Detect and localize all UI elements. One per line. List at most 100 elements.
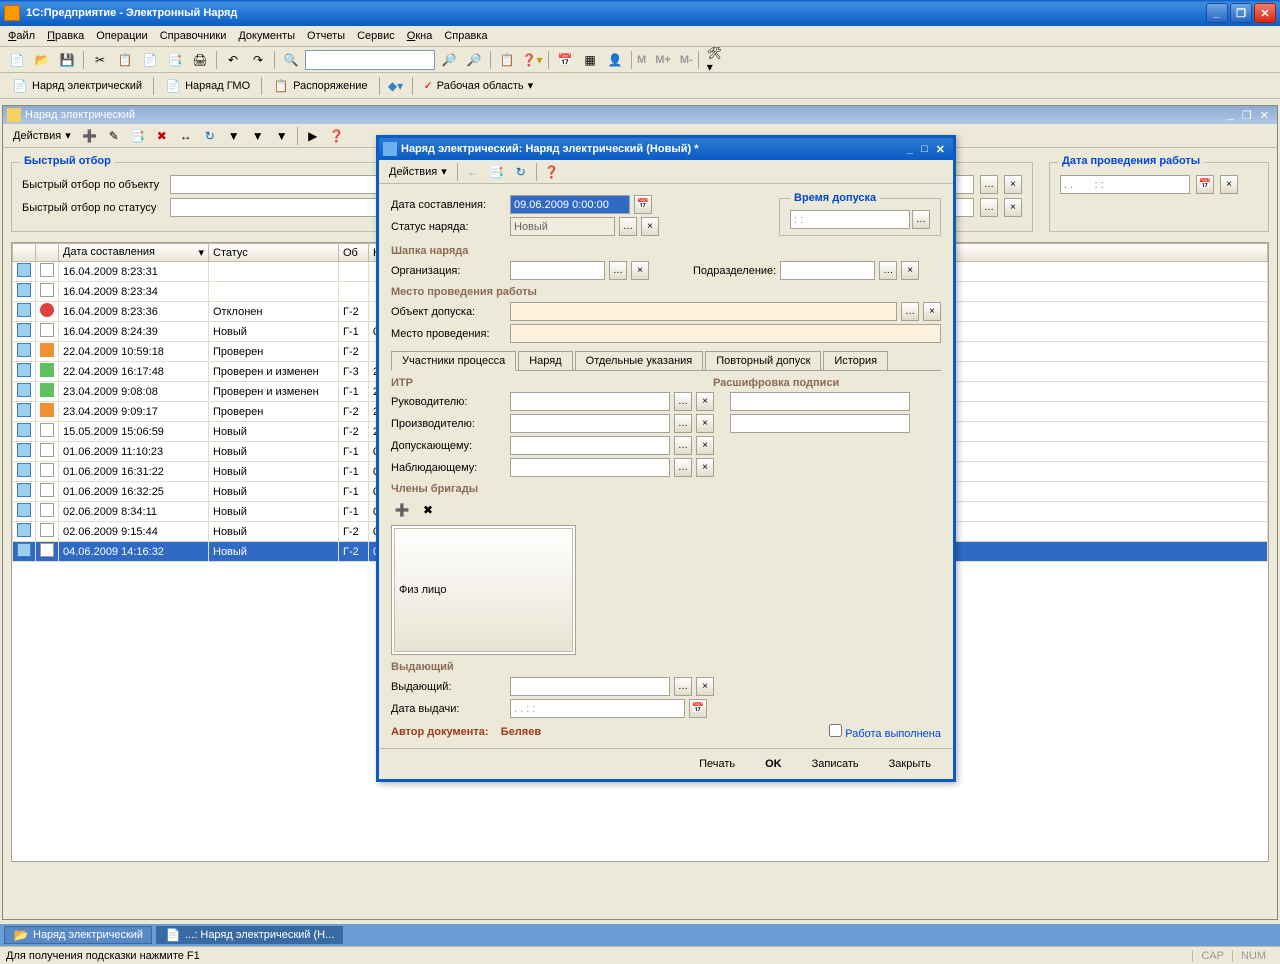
nabl-select-button[interactable]: … — [674, 458, 692, 477]
dialog-minimize-icon[interactable]: _ — [907, 143, 913, 155]
find-next-icon[interactable]: 🔎 — [463, 49, 485, 71]
ruk-input[interactable] — [510, 392, 670, 411]
status-clear-button[interactable]: × — [641, 217, 659, 236]
undo-icon[interactable]: ↶ — [222, 49, 244, 71]
work-done-checkbox[interactable]: Работа выполнена — [829, 724, 941, 740]
add-icon[interactable]: ➕ — [79, 125, 101, 147]
redo-icon[interactable]: ↷ — [247, 49, 269, 71]
dialog-save-icon[interactable]: 📑 — [486, 161, 508, 183]
ruk-select-button[interactable]: … — [674, 392, 692, 411]
save-button[interactable]: Записать — [802, 755, 869, 773]
mdi-close-icon[interactable]: ✕ — [1260, 109, 1269, 122]
filter-status-clear-button[interactable]: × — [1004, 198, 1022, 217]
close-button2[interactable]: Закрыть — [879, 755, 941, 773]
menu-edit[interactable]: Правка — [47, 30, 84, 42]
mplus-label[interactable]: M+ — [655, 54, 671, 66]
mdi-restore-icon[interactable]: ❐ — [1242, 109, 1252, 122]
proizv-sig-input[interactable] — [730, 414, 910, 433]
calendar-icon[interactable]: 📅 — [554, 49, 576, 71]
help2-icon[interactable]: ❓ — [326, 125, 348, 147]
refresh-icon[interactable]: ↻ — [199, 125, 221, 147]
object-input[interactable] — [510, 302, 897, 321]
nabl-clear-button[interactable]: × — [696, 458, 714, 477]
date-filter-input[interactable] — [1060, 175, 1190, 194]
task-1[interactable]: 📂Наряд электрический — [4, 926, 152, 944]
status-input[interactable]: Новый — [510, 217, 615, 236]
workarea-button[interactable]: ✓Рабочая область▾ — [418, 75, 540, 97]
edit-icon[interactable]: ✎ — [103, 125, 125, 147]
tab-history[interactable]: История — [823, 351, 888, 370]
dopusk-input[interactable] — [510, 436, 670, 455]
podr-clear-button[interactable]: × — [901, 261, 919, 280]
issuer-clear-button[interactable]: × — [696, 677, 714, 696]
rasp-button[interactable]: 📋Распоряжение — [267, 75, 373, 97]
cut-icon[interactable]: ✂ — [89, 49, 111, 71]
podr-input[interactable] — [780, 261, 875, 280]
dialog-maximize-icon[interactable]: □ — [921, 143, 928, 155]
fiz-col[interactable]: Физ лицо — [394, 528, 573, 652]
issuer-input[interactable] — [510, 677, 670, 696]
org-clear-button[interactable]: × — [631, 261, 649, 280]
help-icon[interactable]: ❓▾ — [521, 49, 543, 71]
ok-button[interactable]: OK — [755, 755, 792, 773]
dialog-refresh-icon[interactable]: ↻ — [510, 161, 532, 183]
sel3-icon[interactable]: ▼ — [271, 125, 293, 147]
dialog-close-icon[interactable]: ✕ — [936, 143, 945, 156]
date-cal-button[interactable]: 📅 — [634, 195, 652, 214]
restore-button[interactable]: ❐ — [1230, 3, 1252, 23]
props-icon[interactable]: 📋 — [496, 49, 518, 71]
print-button[interactable]: Печать — [689, 755, 745, 773]
nabl-input[interactable] — [510, 458, 670, 477]
col-blank1[interactable] — [13, 244, 36, 262]
copy-icon[interactable]: 📋 — [114, 49, 136, 71]
proizv-select-button[interactable]: … — [674, 414, 692, 433]
tools-icon[interactable]: 🛠▾ — [704, 49, 726, 71]
tab-instructions[interactable]: Отдельные указания — [575, 351, 704, 370]
date-input[interactable]: 09.06.2009 0:00:00 — [510, 195, 630, 214]
status-select-button[interactable]: … — [619, 217, 637, 236]
naryad-gmo-button[interactable]: 📄Наряад ГМО — [159, 75, 256, 97]
mesto-input[interactable] — [510, 324, 941, 343]
actions-button[interactable]: Действия▾ — [7, 125, 77, 147]
m-label[interactable]: M — [637, 54, 646, 66]
grid-icon[interactable]: ▦ — [579, 49, 601, 71]
menu-refs[interactable]: Справочники — [160, 30, 227, 42]
dopusk-time-input[interactable]: : : — [790, 210, 910, 229]
menu-reports[interactable]: Отчеты — [307, 30, 345, 42]
org-select-button[interactable]: … — [609, 261, 627, 280]
filter-status-select-button[interactable]: … — [980, 198, 998, 217]
issue-date-input[interactable]: . . : : — [510, 699, 685, 718]
date-calendar-button[interactable]: 📅 — [1196, 175, 1214, 194]
menu-operations[interactable]: Операции — [96, 30, 147, 42]
task-2[interactable]: 📄...: Наряд электрический (Н... — [156, 926, 343, 944]
search-combo[interactable] — [305, 50, 435, 70]
podr-select-button[interactable]: … — [879, 261, 897, 280]
filter-icon[interactable]: ↔ — [175, 125, 197, 147]
mminus-label[interactable]: M- — [680, 54, 693, 66]
go-icon[interactable]: ▶ — [302, 125, 324, 147]
tab-repeat[interactable]: Повторный допуск — [705, 351, 821, 370]
dialog-titlebar[interactable]: Наряд электрический: Наряд электрический… — [379, 138, 953, 160]
dialog-back-icon[interactable]: ← — [462, 161, 484, 183]
dopusk-clear2-button[interactable]: × — [696, 436, 714, 455]
org-input[interactable] — [510, 261, 605, 280]
menu-docs[interactable]: Документы — [238, 30, 295, 42]
col-ob[interactable]: Об — [339, 244, 369, 262]
menu-help[interactable]: Справка — [444, 30, 487, 42]
menu-file[interactable]: Файл — [8, 30, 35, 42]
filter-object-select-button[interactable]: … — [980, 175, 998, 194]
minimize-button[interactable]: _ — [1206, 3, 1228, 23]
date-clear-button[interactable]: × — [1220, 175, 1238, 194]
user-icon[interactable]: 👤 — [604, 49, 626, 71]
print-icon[interactable]: 🖨 — [189, 49, 211, 71]
paste-icon[interactable]: 📄 — [139, 49, 161, 71]
menu-windows[interactable]: Окна — [407, 30, 433, 42]
work-done-check[interactable] — [829, 724, 842, 737]
open-icon[interactable]: 📂 — [31, 49, 53, 71]
proizv-clear-button[interactable]: × — [696, 414, 714, 433]
find-icon[interactable]: 🔍 — [280, 49, 302, 71]
del-member-icon[interactable]: ✖ — [417, 499, 439, 521]
col-blank2[interactable] — [36, 244, 59, 262]
save-icon[interactable]: 💾 — [56, 49, 78, 71]
sel2-icon[interactable]: ▼ — [247, 125, 269, 147]
